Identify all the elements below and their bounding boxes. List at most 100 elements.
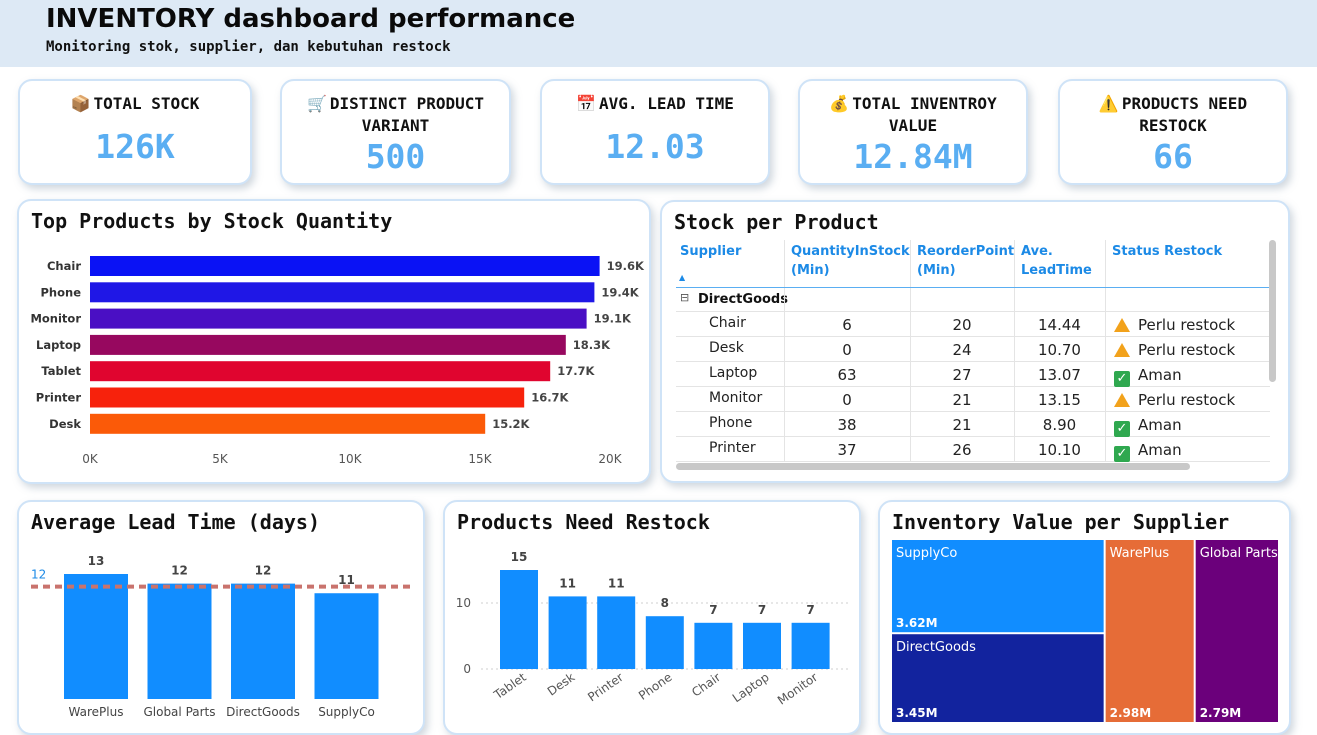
treemap-tile-name: Global Parts: [1200, 546, 1278, 561]
bar-value-label: 13: [88, 554, 105, 568]
column-header-quantity[interactable]: QuantityInStock (Min): [791, 242, 910, 280]
avg-lead-time-chart: 13WarePlus12Global Parts12DirectGoods11S…: [31, 554, 413, 719]
bar-category-label: Desk: [49, 417, 81, 431]
check-icon: ✓: [1114, 446, 1130, 462]
y-tick-label: 10: [456, 596, 471, 610]
table-row[interactable]: Monitor 0 21 13.15 Perlu restock: [676, 387, 1270, 412]
bar: [90, 413, 486, 434]
treemap-tile-value: 3.45M: [896, 706, 938, 720]
bar-category-label: Monitor: [30, 312, 81, 326]
group-row-directgoods[interactable]: ⊟ DirectGoods: [676, 288, 1270, 312]
cell-product: Chair: [709, 315, 746, 331]
x-tick-label: Printer: [585, 670, 626, 704]
bar-value-label: 11: [608, 576, 625, 590]
bar: [90, 361, 551, 382]
bar: [500, 570, 538, 669]
cell-leadtime: 10.10: [1038, 441, 1081, 459]
bar: [597, 596, 636, 669]
cell-leadtime: 14.44: [1038, 316, 1081, 334]
bar-value-label: 19.1K: [594, 312, 632, 326]
bar: [90, 334, 566, 355]
x-tick-label: Desk: [545, 670, 578, 699]
bar-value-label: 7: [709, 603, 717, 617]
cell-product: Desk: [709, 340, 744, 356]
avg-lead-time-panel: Average Lead Time (days) 13 WarePlus 12 Glo…: [17, 500, 425, 735]
check-icon: ✓: [1114, 371, 1130, 387]
table-row[interactable]: Chair 6 20 14.44 Perlu restock: [676, 312, 1270, 337]
column-header-supplier[interactable]: Supplier: [680, 242, 741, 261]
bar-value-label: 12: [255, 564, 272, 578]
bar-value-label: 15: [511, 550, 528, 564]
cell-leadtime: 8.90: [1042, 416, 1077, 434]
column-header-leadtime[interactable]: Ave. LeadTime: [1021, 242, 1092, 280]
header-banner: INVENTORY dashboard performance Monitori…: [0, 0, 1317, 67]
x-tick-label: 15K: [468, 452, 492, 466]
treemap-tile-value: 2.79M: [1200, 706, 1242, 720]
bar-value-label: 11: [559, 576, 576, 590]
kpi-card-need-restock[interactable]: ⚠️ PRODUCTS NEED RESTOCK 66: [1058, 79, 1288, 185]
bar: [90, 308, 587, 329]
bar-category-label: Printer: [36, 391, 82, 405]
need-restock-panel: Products Need Restock 0 10 15 Tablet 11 Desk 1…: [443, 500, 861, 735]
bar: [548, 596, 587, 669]
y-tick-label: 0: [463, 662, 471, 676]
money-bag-icon: 💰: [829, 94, 850, 113]
page-title: INVENTORY dashboard performance: [46, 4, 576, 34]
x-tick-label: Phone: [636, 670, 674, 703]
average-line-label: 12: [31, 568, 46, 582]
kpi-card-avg-lead-time[interactable]: 📅 AVG. LEAD TIME 12.03: [540, 79, 770, 185]
cell-quantity: 0: [842, 341, 852, 359]
cell-status: ✓ Aman: [1114, 366, 1182, 387]
x-tick-label: SupplyCo: [318, 705, 375, 719]
cell-reorder: 24: [952, 341, 972, 359]
treemap-tile-name: WarePlus: [1110, 546, 1170, 561]
bar-value-label: 15.2K: [492, 417, 530, 431]
column-header-reorder[interactable]: ReorderPoint (Min): [917, 242, 1014, 280]
column-header-status[interactable]: Status Restock: [1112, 242, 1222, 261]
x-tick-label: Chair: [689, 670, 723, 700]
table-header: Supplier ▲ QuantityInStock (Min) ReorderP…: [676, 240, 1270, 288]
kpi-card-distinct-variant[interactable]: 🛒 DISTINCT PRODUCT VARIANT 500: [280, 79, 511, 185]
check-icon: ✓: [1114, 421, 1130, 437]
x-tick-label: 20K: [598, 452, 622, 466]
treemap-tile: [1105, 540, 1194, 722]
bar-value-label: 7: [806, 603, 814, 617]
treemap-tile-name: DirectGoods: [896, 640, 976, 655]
cell-status: ✓ Aman: [1114, 416, 1182, 437]
kpi-card-total-stock[interactable]: 📦 TOTAL STOCK 126K: [18, 79, 252, 185]
table-row[interactable]: Printer 37 26 10.10 ✓ Aman: [676, 437, 1270, 462]
kpi-card-inventory-value[interactable]: 💰 TOTAL INVENTROY VALUE 12.84M: [798, 79, 1028, 185]
bar: [314, 593, 379, 699]
cell-status: Perlu restock: [1114, 341, 1235, 359]
treemap-tile-value: 3.62M: [896, 616, 938, 630]
panel-title: Stock per Product: [674, 210, 879, 234]
bar: [743, 622, 781, 669]
table-row[interactable]: Phone 38 21 8.90 ✓ Aman: [676, 412, 1270, 437]
cell-quantity: 38: [837, 416, 857, 434]
cell-leadtime: 10.70: [1038, 341, 1081, 359]
group-name: DirectGoods: [698, 292, 788, 307]
package-icon: 📦: [70, 94, 91, 113]
bar-category-label: Phone: [40, 285, 81, 299]
x-tick-label: Monitor: [775, 670, 820, 708]
collapse-toggle-icon[interactable]: ⊟: [680, 291, 689, 304]
horizontal-scrollbar[interactable]: [676, 463, 1190, 470]
sort-ascending-icon[interactable]: ▲: [679, 273, 685, 282]
stock-table: Supplier ▲ QuantityInStock (Min) ReorderP…: [676, 240, 1270, 462]
table-row[interactable]: Laptop 63 27 13.07 ✓ Aman: [676, 362, 1270, 387]
x-tick-label: 5K: [212, 452, 229, 466]
cell-reorder: 27: [952, 366, 972, 384]
kpi-label: ⚠️ PRODUCTS NEED RESTOCK: [1098, 94, 1248, 135]
table-row[interactable]: Desk 0 24 10.70 Perlu restock: [676, 337, 1270, 362]
kpi-label: 🛒 DISTINCT PRODUCT VARIANT: [306, 94, 485, 135]
kpi-value: 12.84M: [853, 137, 973, 176]
bar-category-label: Tablet: [41, 364, 81, 378]
kpi-label: 💰 TOTAL INVENTROY VALUE: [829, 94, 997, 135]
cell-product: Monitor: [709, 390, 763, 406]
treemap-tile-name: SupplyCo: [896, 546, 957, 561]
warning-icon: [1114, 318, 1130, 332]
treemap-tile-value: 2.98M: [1110, 706, 1152, 720]
bar-value-label: 18.3K: [573, 338, 611, 352]
top-products-chart: Chair 19.6K Phone 19.4K Monitor 19.1K Laptop 18…: [30, 256, 645, 466]
vertical-scrollbar[interactable]: [1269, 240, 1276, 382]
